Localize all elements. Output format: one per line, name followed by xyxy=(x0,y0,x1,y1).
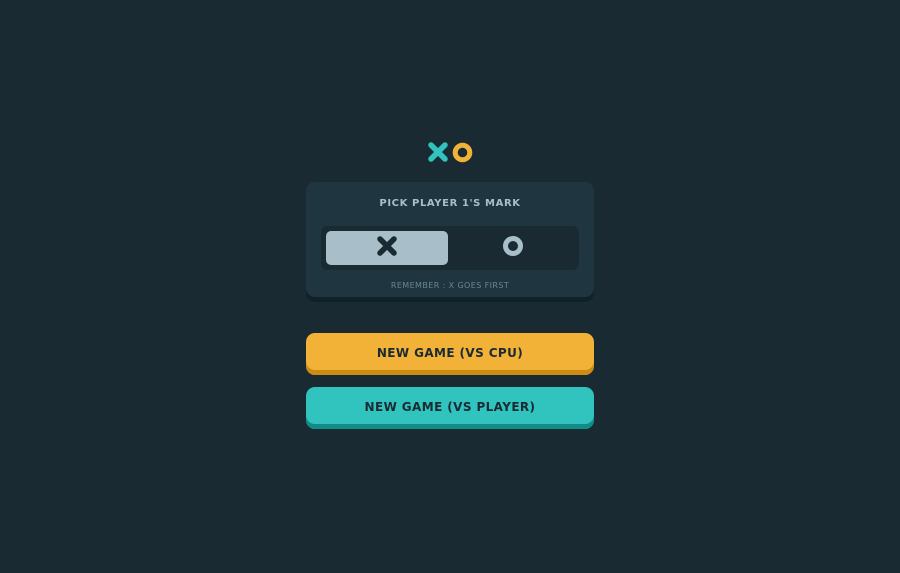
new-game-vs-cpu-button[interactable]: NEW GAME (VS CPU) xyxy=(306,333,594,375)
x-mark-icon xyxy=(376,235,398,261)
pick-mark-title: PICK PLAYER 1'S MARK xyxy=(379,198,521,209)
mark-option-x[interactable] xyxy=(326,231,448,265)
x-goes-first-note: REMEMBER : X GOES FIRST xyxy=(390,281,510,290)
new-game-menu: PICK PLAYER 1'S MARK REMEMBER : X GOES F… xyxy=(306,140,594,429)
o-mark-icon xyxy=(502,235,524,261)
new-game-vs-player-button[interactable]: NEW GAME (VS PLAYER) xyxy=(306,387,594,429)
game-logo xyxy=(306,140,594,164)
x-mark-icon xyxy=(427,142,448,162)
pick-mark-panel: PICK PLAYER 1'S MARK REMEMBER : X GOES F… xyxy=(306,182,594,302)
mark-option-o[interactable] xyxy=(452,231,574,265)
o-mark-icon xyxy=(452,142,473,163)
mark-toggle xyxy=(321,226,579,270)
